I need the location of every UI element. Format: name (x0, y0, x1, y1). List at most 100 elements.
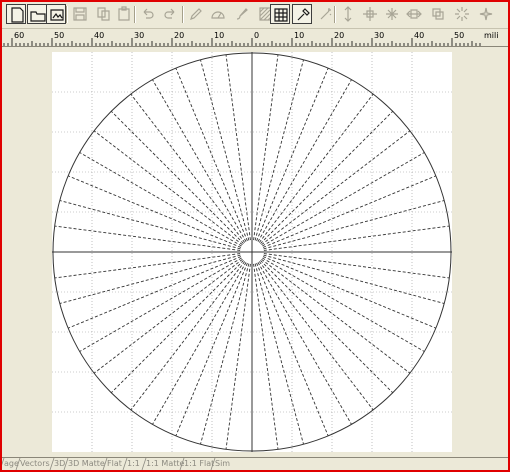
radial-line[interactable] (93, 130, 243, 246)
toolbar-button[interactable] (360, 4, 380, 24)
toolbar-button[interactable] (114, 4, 134, 24)
horizontal-ruler[interactable]: 60 50 40 30 20 10 0 10 20 30 40 50 mili (2, 29, 508, 47)
tab-divider (210, 458, 216, 470)
view-tab[interactable]: 3D Matte (68, 458, 105, 470)
toolbar-button[interactable] (186, 4, 206, 24)
toolbar-button[interactable] (316, 4, 336, 24)
radial-line[interactable] (110, 110, 244, 244)
ruler-tick-label: 50 (54, 31, 64, 40)
grid-view-icon (274, 8, 288, 22)
radial-line[interactable] (257, 79, 352, 242)
radial-line[interactable] (200, 59, 250, 241)
radial-line[interactable] (262, 175, 437, 248)
toolbar-button[interactable] (270, 4, 290, 24)
toolbar-button[interactable] (232, 4, 252, 24)
toolbar-button[interactable] (452, 4, 472, 24)
radial-line[interactable] (258, 261, 374, 411)
transform-icon (432, 8, 444, 20)
drawing-sheet[interactable] (52, 52, 452, 452)
radial-line[interactable] (258, 93, 374, 243)
ruler-tick-label: 40 (414, 31, 424, 40)
ruler-tick-label: 30 (134, 31, 144, 40)
ruler-tick-label: 20 (334, 31, 344, 40)
ruler-tick-label: 60 (14, 31, 24, 40)
tab-divider (141, 458, 147, 470)
radial-line[interactable] (79, 257, 242, 352)
radial-line[interactable] (152, 262, 247, 425)
toolbar-button[interactable] (292, 4, 312, 24)
toolbar-separator (66, 6, 68, 23)
view-tab[interactable]: Sim (215, 458, 230, 470)
star-burst-icon (479, 7, 493, 21)
view-tab-bar: age Vectors 3D 3D Matte Flat 1:1 1:1 Matte 1:1 … (2, 457, 508, 470)
radial-line[interactable] (130, 261, 246, 411)
eyedropper-icon (297, 8, 310, 21)
tab-divider (179, 458, 185, 470)
tab-divider (2, 458, 5, 466)
toolbar-button[interactable] (476, 4, 496, 24)
redo-icon (164, 8, 175, 19)
radial-line[interactable] (130, 93, 246, 243)
radial-line[interactable] (263, 254, 445, 304)
radial-line[interactable] (93, 258, 243, 374)
radial-line[interactable] (110, 260, 244, 394)
ruler-tick-label: 50 (454, 31, 464, 40)
radial-line[interactable] (59, 254, 241, 304)
radial-line[interactable] (175, 262, 248, 437)
radial-line[interactable] (175, 67, 248, 242)
radial-line[interactable] (262, 152, 425, 247)
view-tab[interactable]: 1:1 (127, 458, 140, 470)
radial-line[interactable] (261, 130, 411, 246)
tab-divider (102, 458, 108, 470)
protractor-icon (211, 11, 225, 19)
canvas-area[interactable] (2, 47, 508, 457)
radial-line[interactable] (152, 79, 247, 242)
open-folder-icon (30, 11, 46, 22)
toolbar-button[interactable] (70, 4, 90, 24)
tab-divider (122, 458, 128, 470)
toolbar-button[interactable] (138, 4, 158, 24)
radial-line[interactable] (256, 262, 329, 437)
radial-line[interactable] (260, 110, 394, 244)
radial-line[interactable] (262, 256, 437, 329)
toolbar-button[interactable] (46, 4, 66, 24)
ruler-tick-label: 0 (254, 31, 259, 40)
brush-icon (236, 8, 248, 20)
radial-line[interactable] (261, 258, 411, 374)
radial-line[interactable] (254, 263, 304, 445)
radial-grid-drawing[interactable] (52, 52, 452, 452)
radial-line[interactable] (263, 200, 445, 250)
save-icon (73, 7, 87, 21)
radial-line[interactable] (79, 152, 242, 247)
toolbar-button[interactable] (6, 4, 26, 24)
radial-line[interactable] (260, 260, 394, 394)
ruler-tick-label: 10 (214, 31, 224, 40)
toolbar-button[interactable] (404, 4, 424, 24)
view-tab[interactable]: Flat (107, 458, 122, 470)
toolbar-button[interactable] (160, 4, 180, 24)
radial-line[interactable] (254, 59, 304, 241)
app-window: 60 50 40 30 20 10 0 10 20 30 40 50 mili age Vectors 3… (0, 0, 510, 472)
toolbar-button[interactable] (382, 4, 402, 24)
radial-line[interactable] (200, 263, 250, 445)
toolbar-separator (134, 6, 136, 23)
ruler-unit-label: mili (484, 31, 499, 40)
tab-divider (63, 458, 69, 470)
radial-line[interactable] (67, 256, 242, 329)
radial-line[interactable] (59, 200, 241, 250)
radial-line[interactable] (256, 67, 329, 242)
radial-line[interactable] (257, 262, 352, 425)
radial-line[interactable] (262, 257, 425, 352)
toolbar-button[interactable] (208, 4, 228, 24)
wizard-icon (320, 8, 332, 20)
toolbar-button[interactable] (94, 4, 114, 24)
ruler-scale: 60 50 40 30 20 10 0 10 20 30 40 50 (3, 31, 481, 46)
ruler-tick-label: 20 (174, 31, 184, 40)
tab-divider (15, 458, 21, 470)
toolbar-button[interactable] (338, 4, 358, 24)
toolbar-button[interactable] (27, 4, 47, 24)
copy-icon (97, 7, 110, 21)
view-tab[interactable]: Vectors (20, 458, 50, 470)
radial-line[interactable] (67, 175, 242, 248)
toolbar-button[interactable] (428, 4, 448, 24)
